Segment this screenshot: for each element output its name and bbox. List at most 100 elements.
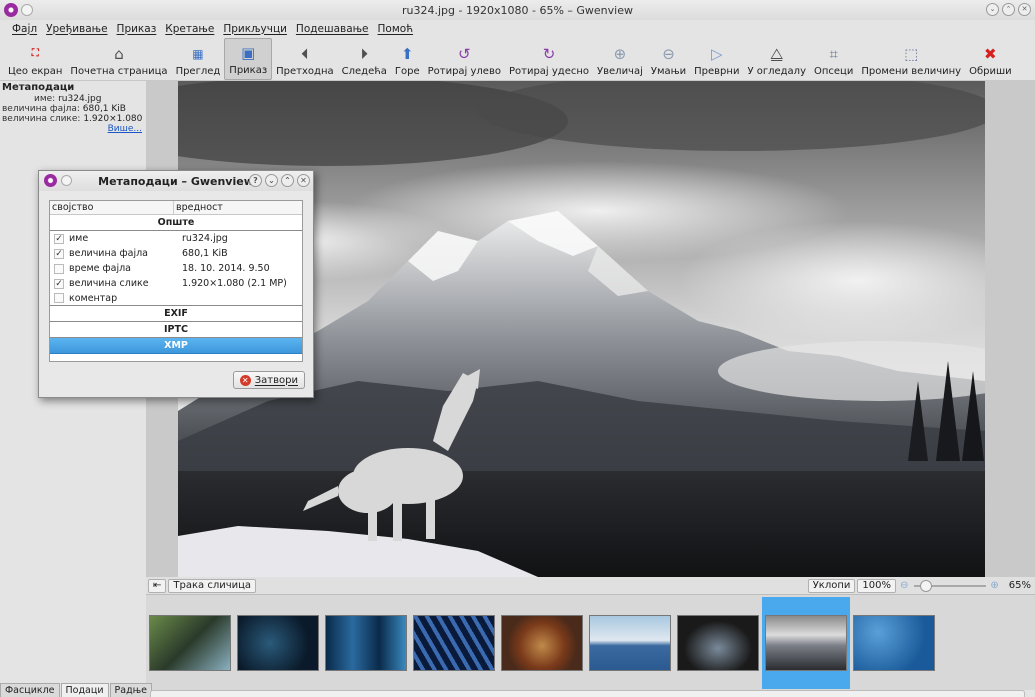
zoom-out-small-icon[interactable]: ⊖	[900, 580, 908, 591]
tab-operations[interactable]: Радње	[109, 683, 153, 697]
flip-button[interactable]: ▷ Преврни	[690, 38, 743, 80]
dialog-titlebar[interactable]: Метаподаци – Gwenview ? ⌄ ⌃ ✕	[39, 171, 313, 191]
checkbox[interactable]	[54, 263, 64, 274]
pin-icon[interactable]	[21, 4, 33, 16]
browse-icon: ▦	[192, 47, 204, 61]
menu-plugins[interactable]: Прикључци	[223, 23, 287, 35]
browse-button[interactable]: ▦ Преглед	[172, 38, 225, 80]
previous-icon: ⏴	[301, 45, 309, 63]
menu-edit[interactable]: Уређивање	[46, 23, 107, 35]
thumbnail[interactable]	[586, 597, 674, 689]
menu-go[interactable]: Кретање	[165, 23, 214, 35]
zoom-slider-handle[interactable]	[920, 579, 933, 592]
view-button[interactable]: ▣ Приказ	[224, 38, 273, 80]
pin-icon[interactable]	[61, 175, 72, 186]
thumbbar-label-button[interactable]: Трака сличица	[168, 578, 257, 593]
zoom-out-icon: ⊖	[662, 45, 675, 63]
maximize-icon[interactable]: ⌃	[281, 174, 294, 187]
table-row[interactable]: ✓ величина фајла 680,1 KiB	[50, 246, 302, 261]
column-value[interactable]: вредност	[174, 201, 223, 214]
menu-bar: Фајл Уређивање Приказ Кретање Прикључци …	[0, 20, 1035, 37]
close-icon[interactable]: ✕	[297, 174, 310, 187]
meta-line-filesize: величина фајла: 680,1 KiB	[2, 104, 126, 114]
thumbnail[interactable]	[850, 597, 938, 689]
tab-information[interactable]: Подаци	[60, 683, 109, 697]
more-link[interactable]: Више...	[0, 124, 146, 134]
delete-button[interactable]: ✖ Обриши	[965, 38, 1016, 80]
zoom-out-button[interactable]: ⊖ Умањи	[647, 38, 690, 80]
tab-folders[interactable]: Фасцикле	[0, 683, 60, 697]
zoom-in-icon: ⊕	[613, 45, 627, 63]
close-button[interactable]: ✕ Затвори	[232, 371, 305, 389]
toggle-thumbbar-button[interactable]: ⇤	[148, 578, 167, 593]
meta-line-name: име: ru324.jpg	[34, 94, 102, 104]
view-icon: ▣	[241, 44, 256, 62]
zoom-in-button[interactable]: ⊕ Увеличај	[593, 38, 647, 80]
zoom-slider[interactable]	[914, 579, 987, 593]
maximize-icon[interactable]: ⌃	[1002, 3, 1015, 16]
mirror-button[interactable]: ⧋ У огледалу	[743, 38, 810, 80]
previous-button[interactable]: ⏴ Претходна	[272, 38, 337, 80]
menu-settings[interactable]: Подешавање	[296, 23, 369, 35]
resize-button[interactable]: ⬚ Промени величину	[857, 38, 965, 80]
home-button[interactable]: ⌂ Почетна страница	[66, 38, 171, 80]
flip-icon: ▷	[711, 45, 723, 63]
bottom-bar	[150, 690, 1025, 697]
window-controls: ⌄ ⌃ ✕	[986, 3, 1031, 16]
viewer-status-bar: ⇤ Трака сличица Уклопи 100% ⊖ ⊕ 65%	[146, 577, 1035, 594]
fullscreen-button[interactable]: ⛶ Цео екран	[4, 38, 66, 80]
metadata-dialog: Метаподаци – Gwenview ? ⌄ ⌃ ✕ својство в…	[38, 170, 314, 398]
table-row[interactable]: ✓ име ru324.jpg	[50, 231, 302, 246]
title-bar: ru324.jpg - 1920x1080 - 65% – Gwenview ⌄…	[0, 0, 1035, 20]
dialog-window-controls: ? ⌄ ⌃ ✕	[249, 174, 310, 187]
thumbnail[interactable]	[146, 597, 234, 689]
menu-file[interactable]: Фајл	[12, 23, 37, 35]
up-button[interactable]: ⬆ Горе	[391, 38, 424, 80]
thumbnail[interactable]	[498, 597, 586, 689]
group-xmp[interactable]: XMP	[50, 338, 302, 354]
menu-view[interactable]: Приказ	[117, 23, 157, 35]
checkbox[interactable]	[54, 293, 64, 303]
close-icon: ✕	[239, 374, 251, 386]
side-panel-tabs: Фасцикле Подаци Радње	[0, 681, 153, 697]
table-row[interactable]: коментар	[50, 291, 302, 306]
window-title: ru324.jpg - 1920x1080 - 65% – Gwenview	[402, 3, 633, 17]
table-row[interactable]: време фајла 18. 10. 2014. 9.50	[50, 261, 302, 276]
next-icon: ⏵	[360, 45, 368, 63]
gwenview-app-icon[interactable]	[4, 3, 18, 17]
close-icon[interactable]: ✕	[1018, 3, 1031, 16]
next-button[interactable]: ⏵ Следећа	[338, 38, 391, 80]
zoom-in-small-icon[interactable]: ⊕	[990, 580, 998, 591]
crop-button[interactable]: ⌗ Опсеци	[810, 38, 857, 80]
rotate-left-button[interactable]: ↺ Ротирај улево	[424, 38, 505, 80]
thumbnail-selected[interactable]	[762, 597, 850, 689]
fullscreen-icon: ⛶	[31, 48, 39, 59]
fit-button[interactable]: Уклопи	[807, 578, 856, 593]
menu-help[interactable]: Помоћ	[378, 23, 414, 35]
checkbox[interactable]: ✓	[54, 233, 64, 244]
thumbnail[interactable]	[234, 597, 322, 689]
delete-icon: ✖	[984, 45, 997, 63]
metadata-table[interactable]: својство вредност Опште ✓ име ru324.jpg …	[49, 200, 303, 362]
toolbar: ⛶ Цео екран ⌂ Почетна страница ▦ Преглед ▣ П…	[0, 37, 1035, 81]
thumbnail[interactable]	[674, 597, 762, 689]
minimize-icon[interactable]: ⌄	[986, 3, 999, 16]
group-exif[interactable]: EXIF	[50, 306, 302, 322]
table-row[interactable]: ✓ величина слике 1.920×1.080 (2.1 MP)	[50, 276, 302, 291]
minimize-icon[interactable]: ⌄	[265, 174, 278, 187]
rotate-right-icon: ↻	[542, 45, 556, 63]
checkbox[interactable]: ✓	[54, 248, 64, 259]
gwenview-app-icon[interactable]	[44, 174, 57, 187]
thumbnail[interactable]	[410, 597, 498, 689]
panel-title: Метаподаци	[2, 82, 75, 93]
zoom-100-button[interactable]: 100%	[857, 578, 896, 593]
table-header: својство вредност	[50, 201, 302, 215]
group-iptc[interactable]: IPTC	[50, 322, 302, 338]
help-icon[interactable]: ?	[249, 174, 262, 187]
group-general[interactable]: Опште	[50, 215, 302, 231]
thumbnail[interactable]	[322, 597, 410, 689]
checkbox[interactable]: ✓	[54, 278, 64, 289]
thumbnail-strip[interactable]	[146, 594, 1035, 690]
rotate-right-button[interactable]: ↻ Ротирај удесно	[505, 38, 593, 80]
column-property[interactable]: својство	[50, 201, 174, 214]
